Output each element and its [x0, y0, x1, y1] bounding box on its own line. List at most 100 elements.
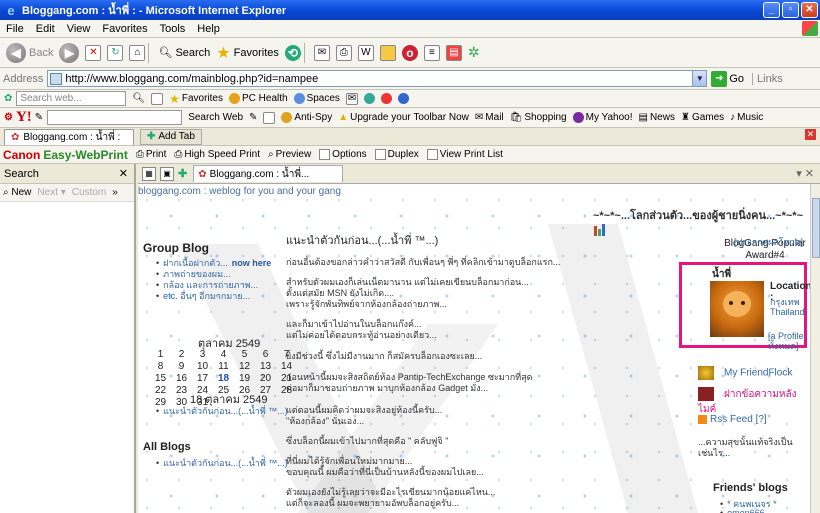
myyahoo-button[interactable]: My Yahoo! — [572, 112, 633, 123]
folder-icon — [379, 44, 396, 61]
friendflock-link[interactable]: My FriendFlock — [698, 366, 792, 380]
close-tab-icon[interactable]: ▾ ✕ — [796, 167, 814, 180]
folder-button[interactable] — [379, 44, 396, 61]
search-web-button[interactable]: Search Web — [188, 112, 243, 123]
messenger-tool-button[interactable] — [363, 93, 375, 104]
messenger-button[interactable]: o — [401, 44, 418, 61]
new-tab-icon[interactable]: ✚ — [178, 167, 187, 180]
yahoo-logo-icon[interactable]: Y! — [16, 109, 32, 126]
more-chevron-icon[interactable]: » — [112, 187, 118, 198]
forward-button[interactable]: ▶ — [59, 42, 80, 63]
tab-thumbnails-icon[interactable]: ▣ — [160, 166, 174, 181]
settings-gear-icon[interactable]: ⚙ — [4, 112, 13, 123]
menu-favorites[interactable]: Favorites — [96, 23, 153, 35]
music-button[interactable]: ♪ Music — [730, 112, 763, 123]
mail-button[interactable]: ✉ — [313, 44, 330, 61]
help-button[interactable] — [397, 93, 409, 104]
print-button[interactable]: ⎙ — [335, 44, 352, 61]
tab-current[interactable]: ✿ Bloggang.com : น้ำพี่ : — [4, 128, 134, 145]
all-blogs-link[interactable]: แนะนำตัวกันก่อน...(...น้ำพี่ ™...) — [156, 456, 288, 470]
page-icon — [50, 72, 63, 85]
back-button[interactable]: ◀ Back — [6, 42, 53, 63]
vertical-scrollbar[interactable] — [810, 184, 820, 513]
menu-help[interactable]: Help — [191, 23, 226, 35]
pchealth-button[interactable]: PC Health — [228, 93, 288, 104]
maximize-button[interactable]: ▫ — [782, 2, 799, 18]
refresh-button[interactable]: ↻ — [107, 44, 124, 61]
post-paragraph: "ห้องกล้อง" นั่นเอง... — [286, 416, 365, 426]
calendar-week: 1234567 — [150, 349, 297, 361]
links-button[interactable]: Links — [752, 72, 783, 85]
group-blog-item[interactable]: etc. อื่นๆ อีกมากมาย... — [156, 291, 271, 302]
pchealth-icon — [228, 93, 240, 104]
preview-button[interactable]: ⌕ Preview — [268, 149, 311, 160]
duplex-checkbox[interactable]: Duplex — [374, 149, 419, 160]
award-link[interactable]: [ประกาศผลโหวต] — [734, 235, 803, 249]
tools-button[interactable]: ▤ — [445, 44, 462, 61]
customize-button[interactable]: Custom — [72, 187, 106, 198]
games-button[interactable]: ♜ Games — [681, 112, 724, 123]
group-blog-item[interactable]: กล้อง และการถ่ายภาพ... — [156, 280, 271, 291]
alerts-button[interactable] — [380, 93, 392, 104]
easy-webprint-menu[interactable]: Easy-WebPrint — [43, 148, 127, 162]
close-icon[interactable]: ✕ — [119, 167, 128, 180]
minimize-button[interactable]: _ — [763, 2, 780, 18]
leave-message-link[interactable]: ฝากข้อความหลังไมค์ — [698, 387, 810, 417]
add-tab-button[interactable]: ✚ Add Tab — [140, 128, 202, 145]
rss-link[interactable]: Rss Feed [?] — [698, 414, 767, 425]
upgrade-button[interactable]: ▲ Upgrade your Toolbar Now — [338, 112, 469, 123]
yahoo-mail-button[interactable]: ✉ Mail — [475, 112, 504, 123]
close-tab-icon[interactable]: ✕ — [805, 129, 816, 140]
menu-file[interactable]: File — [0, 23, 30, 35]
plugin-button[interactable]: ✲ — [468, 44, 480, 61]
view-print-list-button[interactable]: View Print List — [426, 149, 503, 160]
news-button[interactable]: ▤ News — [639, 112, 675, 123]
menu-tools[interactable]: Tools — [154, 23, 192, 35]
new-search-button[interactable]: ⌕ New — [3, 187, 31, 198]
pencil-icon[interactable]: ✎ — [35, 112, 43, 123]
go-button[interactable]: ➜ Go — [711, 70, 744, 87]
profile-link[interactable]: [a Profile ทั้งหมด] — [768, 331, 804, 351]
tab-list-icon[interactable]: ▦ — [142, 166, 156, 181]
calendar-day: 3 — [199, 349, 206, 360]
msn-butterfly-icon: ✿ — [4, 93, 13, 104]
yahoo-search-input[interactable] — [47, 110, 183, 125]
pencil-tool-button[interactable]: ✎ — [249, 112, 257, 123]
menu-edit[interactable]: Edit — [30, 23, 61, 35]
antispy-button[interactable]: Anti-Spy — [281, 112, 332, 123]
highlight-button[interactable] — [151, 92, 164, 105]
home-button[interactable]: ⌂ — [129, 44, 146, 61]
chevron-down-icon[interactable]: ▼ — [692, 71, 707, 86]
group-blog-item[interactable]: ฝากเนื้อฝากตัว...now here — [156, 258, 271, 269]
research-button[interactable]: ≡ — [423, 44, 440, 61]
address-input[interactable]: http://www.bloggang.com/mainblog.php?id=… — [47, 70, 708, 87]
popup-blocker-button[interactable] — [263, 111, 276, 124]
menu-view[interactable]: View — [61, 23, 97, 35]
stop-button[interactable]: ✕ — [85, 44, 102, 61]
group-blog-item[interactable]: ภาพถ่ายของผม... — [156, 269, 271, 280]
history-button[interactable]: ⟲ — [284, 44, 301, 61]
calendar-day[interactable]: 18 — [213, 373, 234, 385]
mail-tool-button[interactable]: ✉ — [345, 92, 358, 105]
hs-print-button[interactable]: ⎙ High Speed Print — [174, 149, 260, 160]
search-web-input[interactable]: Search web... — [16, 91, 127, 106]
spaces-button[interactable]: Spaces — [293, 93, 340, 104]
msn-favorites-button[interactable]: ★ Favorites — [169, 92, 223, 106]
friend-blog-link[interactable]: omen666 — [720, 508, 765, 513]
search-go-button[interactable]: 🔍︎ — [132, 93, 145, 104]
search-button[interactable]: 🔍︎ Search — [158, 46, 210, 60]
date-entry-link[interactable]: แนะนำตัวกันก่อน...(...น้ำพี่ ™...) — [156, 404, 288, 418]
list-icon — [426, 149, 438, 160]
page-tab[interactable]: ✿ Bloggang.com : น้ำพี่... — [193, 165, 344, 182]
scrollbar-thumb[interactable] — [812, 198, 820, 258]
edit-button[interactable]: W — [357, 44, 374, 61]
tab-bar: ✿ Bloggang.com : น้ำพี่ : ✚ Add Tab ✕ — [0, 128, 820, 146]
favorites-button[interactable]: ★ Favorites — [216, 43, 279, 63]
close-button[interactable]: ✕ — [801, 2, 818, 18]
shopping-button[interactable]: 🛍︎ Shopping — [510, 112, 567, 123]
next-button[interactable]: Next ▾ — [37, 187, 65, 198]
site-header-link[interactable]: bloggang.com : weblog for you and your g… — [138, 186, 341, 197]
print-button[interactable]: ⎙ Print — [136, 149, 167, 160]
calendar-day: 16 — [175, 373, 188, 384]
options-button[interactable]: Options — [319, 149, 367, 160]
